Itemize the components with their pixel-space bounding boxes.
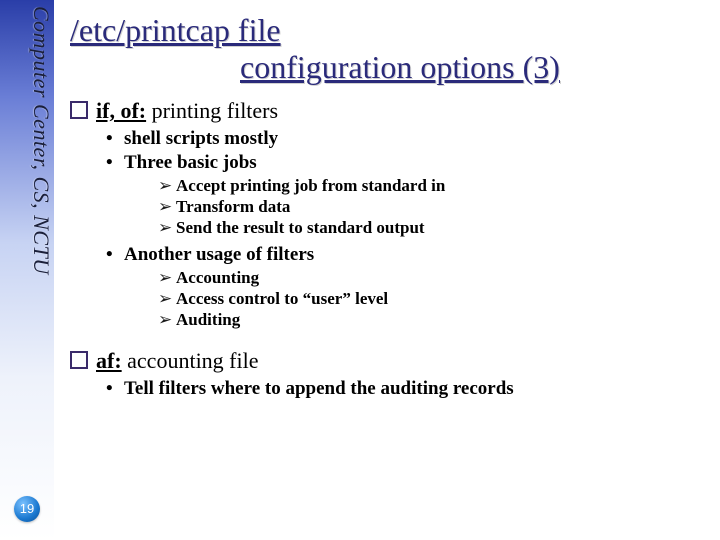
dot-list-3: Tell filters where to append the auditin… — [108, 378, 710, 400]
list-item: shell scripts mostly — [108, 128, 710, 150]
bullet-rest: accounting file — [122, 348, 259, 373]
square-bullet-icon — [70, 101, 88, 119]
square-bullet-icon — [70, 351, 88, 369]
page-number-badge: 19 — [14, 496, 40, 522]
arrow-list-2: Accounting Access control to “user” leve… — [162, 268, 710, 330]
title-line-2: configuration options (3) — [240, 49, 710, 86]
bullet-key: if, of: — [96, 98, 146, 123]
title-line-1: /etc/printcap file — [70, 12, 281, 48]
list-item: Accept printing job from standard in — [162, 176, 710, 196]
dot-list-1: shell scripts mostly Three basic jobs — [108, 128, 710, 174]
content-area: /etc/printcap file configuration options… — [70, 0, 710, 540]
list-item: Tell filters where to append the auditin… — [108, 378, 710, 400]
arrow-list-1: Accept printing job from standard in Tra… — [162, 176, 710, 238]
list-item: Another usage of filters — [108, 244, 710, 266]
slide-title: /etc/printcap file configuration options… — [70, 12, 710, 86]
list-item: Three basic jobs — [108, 152, 710, 174]
slide-root: Computer Center, CS, NCTU 19 /etc/printc… — [0, 0, 720, 540]
dot-list-2: Another usage of filters — [108, 244, 710, 266]
bullet-if-of: if, of: printing filters — [70, 98, 710, 124]
bullet-af: af: accounting file — [70, 348, 710, 374]
bullet-rest: printing filters — [146, 98, 278, 123]
bullet-key: af: — [96, 348, 122, 373]
list-item: Transform data — [162, 197, 710, 217]
list-item: Accounting — [162, 268, 710, 288]
list-item: Auditing — [162, 310, 710, 330]
list-item: Send the result to standard output — [162, 218, 710, 238]
vertical-org-label: Computer Center, CS, NCTU — [28, 6, 54, 326]
list-item: Access control to “user” level — [162, 289, 710, 309]
slide-body: if, of: printing filters shell scripts m… — [70, 98, 710, 400]
